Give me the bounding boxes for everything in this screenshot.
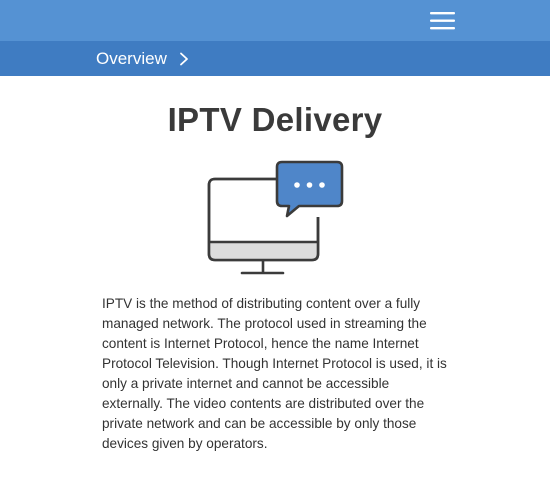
hamburger-menu-icon[interactable] (429, 9, 457, 33)
breadcrumb[interactable]: Overview (96, 41, 189, 76)
top-header-bar (0, 0, 550, 41)
monitor-chat-bubble-icon (206, 160, 344, 277)
chevron-right-icon (179, 52, 189, 66)
breadcrumb-bar: Overview (0, 41, 550, 76)
breadcrumb-overview-label[interactable]: Overview (96, 49, 167, 69)
iptv-description: IPTV is the method of distributing conte… (102, 296, 447, 451)
page-title: IPTV Delivery (167, 101, 383, 138)
